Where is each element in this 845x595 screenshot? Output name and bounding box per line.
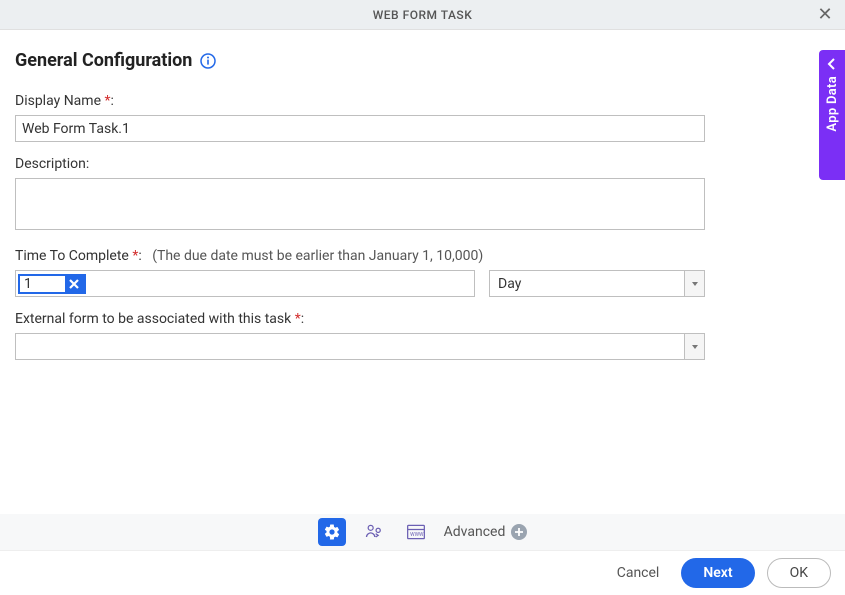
plus-circle-icon — [511, 524, 527, 540]
ext-form-field: External form to be associated with this… — [15, 311, 830, 360]
description-field: Description: — [15, 156, 830, 234]
display-name-field: Display Name *: — [15, 93, 830, 142]
gear-icon — [323, 523, 341, 541]
tab-general[interactable] — [318, 518, 346, 546]
dialog-footer: Cancel Next OK — [0, 550, 845, 595]
ttc-unit-value: Day — [498, 276, 521, 292]
close-icon[interactable]: ✕ — [815, 4, 835, 25]
config-tabs-bar: WWW Advanced — [0, 514, 845, 550]
ext-form-select[interactable] — [15, 333, 705, 360]
advanced-toggle[interactable]: Advanced — [444, 524, 528, 540]
ttc-field: Time To Complete *: (The due date must b… — [15, 248, 830, 297]
ttc-value-box[interactable]: 1 — [15, 270, 475, 297]
clear-icon[interactable] — [65, 274, 84, 294]
chevron-left-icon — [826, 58, 838, 70]
svg-text:WWW: WWW — [410, 532, 424, 538]
side-tab-label: App Data — [825, 76, 840, 132]
display-name-input[interactable] — [15, 115, 705, 142]
ttc-label-row: Time To Complete *: (The due date must b… — [15, 248, 830, 264]
tab-participants[interactable] — [360, 518, 388, 546]
ext-form-label-row: External form to be associated with this… — [15, 311, 830, 327]
advanced-label: Advanced — [444, 524, 506, 540]
section-title: General Configuration — [15, 50, 192, 71]
display-name-label: Display Name *: — [15, 93, 830, 109]
chevron-down-icon — [684, 334, 704, 359]
ttc-row: 1 Day — [15, 270, 830, 297]
description-input[interactable] — [15, 178, 705, 230]
section-title-row: General Configuration — [15, 50, 830, 71]
ttc-label: Time To Complete — [15, 248, 129, 264]
people-swap-icon — [364, 522, 384, 542]
description-label: Description: — [15, 156, 830, 172]
required-asterisk: * — [104, 93, 110, 109]
tab-form-config[interactable]: WWW — [402, 518, 430, 546]
ttc-value: 1 — [20, 276, 65, 292]
app-data-side-tab[interactable]: App Data — [819, 50, 845, 180]
browser-www-icon: WWW — [406, 523, 426, 541]
ttc-token: 1 — [18, 274, 86, 294]
ttc-hint: (The due date must be earlier than Janua… — [152, 248, 483, 264]
next-button[interactable]: Next — [681, 558, 754, 588]
cancel-button[interactable]: Cancel — [607, 559, 670, 587]
info-icon[interactable] — [200, 53, 216, 69]
form-content: General Configuration Display Name *: De… — [0, 30, 845, 360]
chevron-down-icon — [684, 271, 704, 296]
ext-form-label: External form to be associated with this… — [15, 311, 291, 327]
dialog-title: WEB FORM TASK — [373, 8, 473, 22]
ok-button[interactable]: OK — [767, 558, 831, 588]
dialog-header: WEB FORM TASK ✕ — [0, 0, 845, 30]
ttc-unit-select[interactable]: Day — [489, 270, 705, 297]
